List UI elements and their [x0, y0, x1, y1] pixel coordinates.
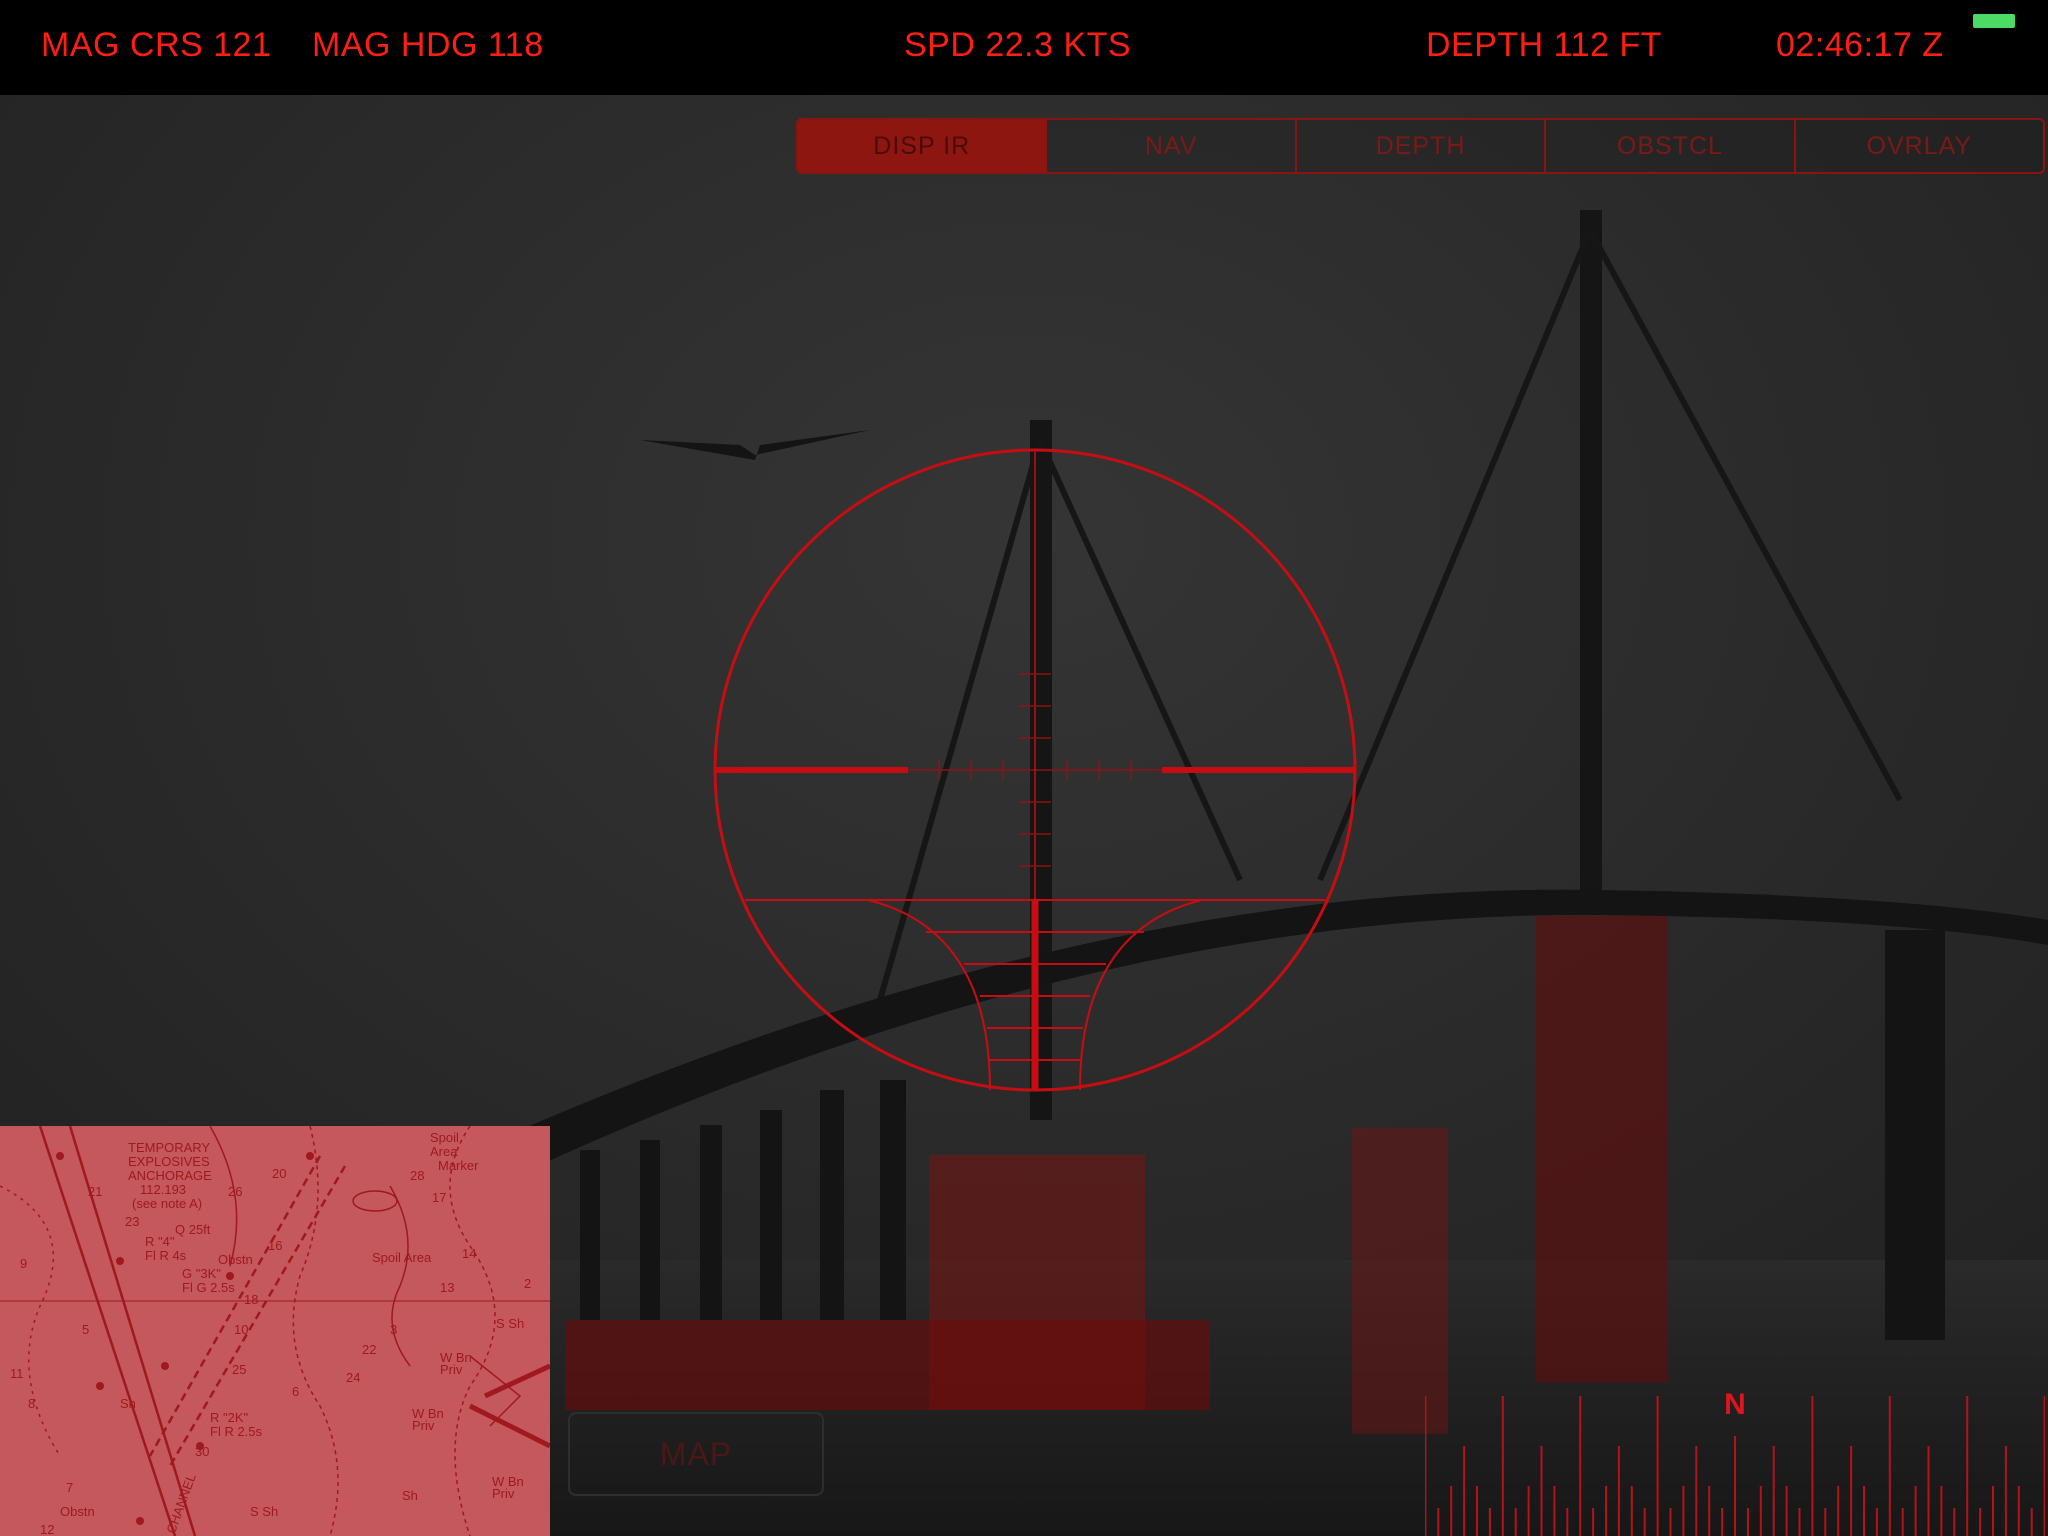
chart-label: 18 — [244, 1292, 259, 1307]
chart-label: EXPLOSIVES — [128, 1154, 210, 1169]
mode-segmented-control: DISP IR NAV DEPTH OBSTCL OVRLAY — [796, 118, 2045, 174]
chart-label: 112.193 — [140, 1182, 187, 1197]
compass-north-label: N — [1724, 1388, 1746, 1421]
chart-label: 8 — [28, 1396, 36, 1411]
chart-label: 7 — [66, 1480, 74, 1495]
magnetic-heading-readout: MAG HDG 118 — [312, 26, 544, 64]
clock-readout: 02:46:17 Z — [1776, 26, 1944, 64]
chart-label: 11 — [10, 1366, 24, 1381]
chart-label: G "3K" — [182, 1266, 221, 1281]
tab-depth[interactable]: DEPTH — [1294, 120, 1545, 172]
chart-label: Spoil — [430, 1130, 459, 1145]
chart-label: 21 — [88, 1184, 103, 1199]
chart-label: 13 — [440, 1280, 455, 1295]
chart-label: Q 25ft — [175, 1222, 211, 1237]
magnetic-course-readout: MAG CRS 121 — [41, 26, 272, 64]
chart-label: 16 — [268, 1238, 283, 1253]
chart-label: 9 — [20, 1256, 28, 1271]
chart-label: Priv — [412, 1418, 435, 1433]
chart-label: 20 — [272, 1166, 287, 1181]
chart-label: 23 — [125, 1214, 140, 1229]
map-button[interactable]: MAP — [568, 1412, 824, 1496]
chart-label: S Sh — [250, 1504, 279, 1519]
tab-overlay[interactable]: OVRLAY — [1793, 120, 2043, 172]
chart-label: 6 — [292, 1384, 300, 1399]
chart-label: R "4" — [145, 1234, 175, 1249]
battery-icon — [1973, 14, 2015, 28]
chart-label: Fl G 2.5s — [182, 1280, 235, 1295]
chart-label: Priv — [440, 1362, 463, 1377]
chart-label: Sh — [402, 1488, 418, 1503]
chart-label: ANCHORAGE — [128, 1168, 212, 1183]
chart-label: 17 — [432, 1190, 447, 1205]
chart-label: Fl R 4s — [145, 1248, 187, 1263]
compass-heading-tape: N — [1425, 1388, 2045, 1536]
chart-label: Obstn — [218, 1252, 253, 1267]
chart-label: Fl R 2.5s — [210, 1424, 263, 1439]
chart-label: Priv — [492, 1486, 515, 1501]
chart-label: 2 — [524, 1276, 532, 1291]
chart-label: 12 — [40, 1522, 55, 1536]
status-bar: MAG CRS 121 MAG HDG 118 SPD 22.3 KTS DEP… — [0, 0, 2048, 95]
tab-obstacle[interactable]: OBSTCL — [1544, 120, 1794, 172]
depth-readout: DEPTH 112 FT — [1426, 26, 1662, 64]
chart-label: 28 — [410, 1168, 425, 1183]
chart-label: R "2K" — [210, 1410, 249, 1425]
chart-label: 22 — [362, 1342, 377, 1357]
chart-label: (see note A) — [132, 1196, 203, 1211]
tab-nav[interactable]: NAV — [1045, 120, 1295, 172]
chart-label: 10 — [234, 1322, 249, 1337]
chart-label: Sh — [120, 1396, 136, 1411]
chart-label: TEMPORARY — [128, 1140, 211, 1155]
chart-label: 14 — [462, 1246, 477, 1261]
chart-label: Marker — [438, 1158, 479, 1173]
chart-label: 5 — [82, 1322, 90, 1337]
chart-label: 26 — [228, 1184, 243, 1199]
chart-label: 30 — [195, 1444, 210, 1459]
speed-readout: SPD 22.3 KTS — [904, 26, 1132, 64]
chart-label: Area — [430, 1144, 458, 1159]
chart-label: 3 — [390, 1322, 398, 1337]
chart-label: 25 — [232, 1362, 247, 1377]
chart-label: Obstn — [60, 1504, 95, 1519]
nautical-chart-inset[interactable]: TEMPORARY EXPLOSIVES ANCHORAGE 112.193 (… — [0, 1126, 550, 1536]
chart-label: 24 — [346, 1370, 361, 1385]
chart-label: Spoil Area — [372, 1250, 432, 1265]
chart-label: S Sh — [496, 1316, 525, 1331]
tab-disp-ir[interactable]: DISP IR — [798, 120, 1046, 172]
